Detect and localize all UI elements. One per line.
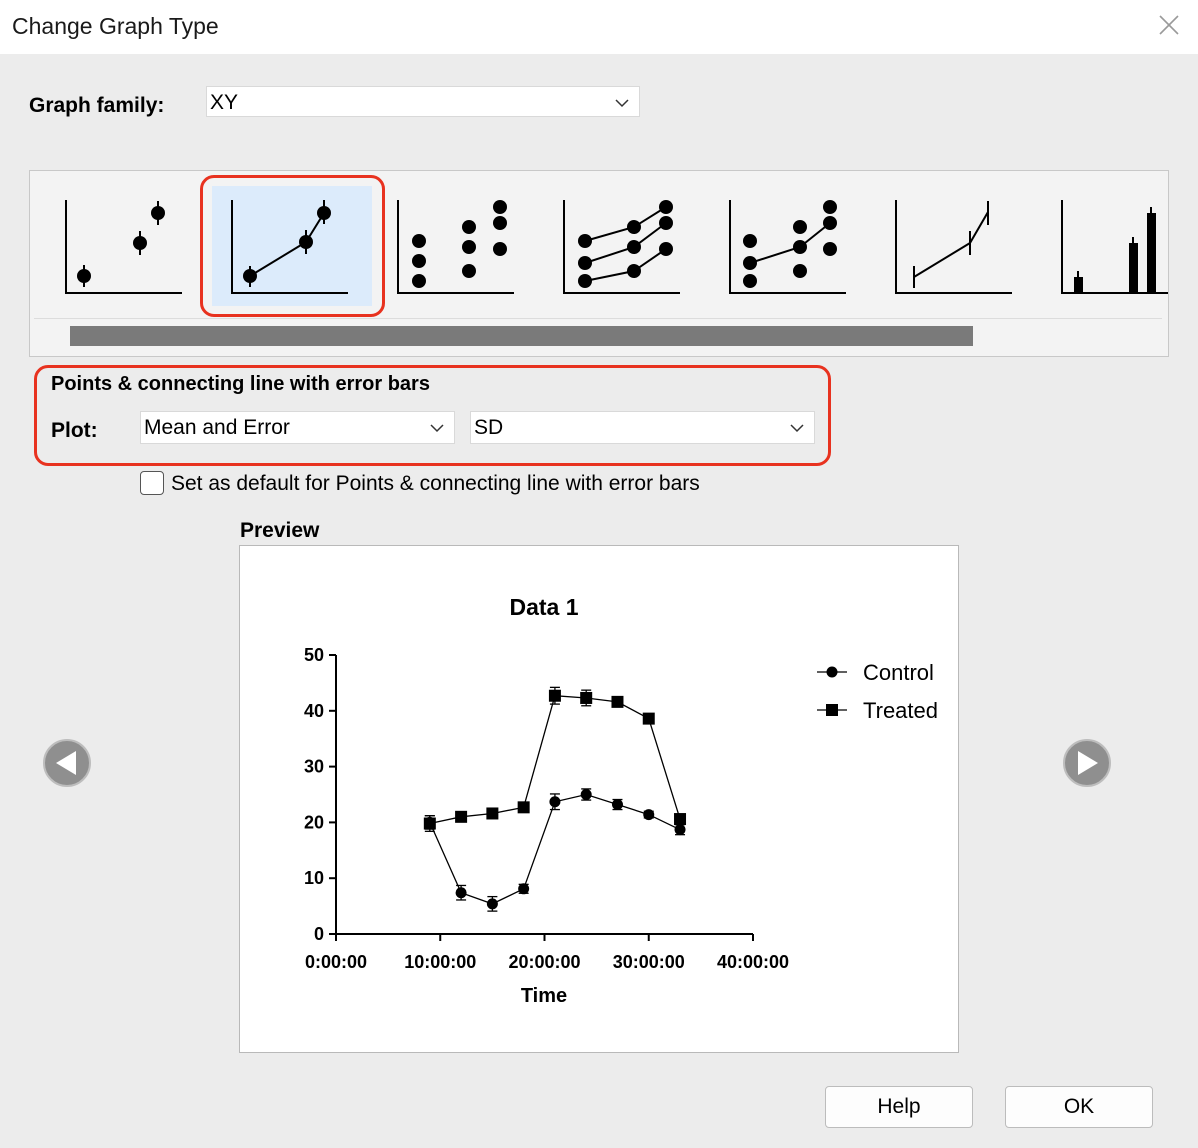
x-tick-label: 10:00:00 [404,952,476,972]
close-icon[interactable] [1150,8,1186,44]
x-tick-label: 20:00:00 [508,952,580,972]
gallery-item-scatter-columns[interactable] [382,185,542,305]
x-tick-label: 30:00:00 [613,952,685,972]
next-arrow-icon[interactable] [1062,738,1112,788]
y-tick-label: 30 [304,757,324,777]
chevron-down-icon [615,99,629,108]
previous-arrow-icon[interactable] [42,738,92,788]
data-point-control [549,796,561,808]
preview-chart: Data 1 Time 0 10 20 30 40 50 0:00:00 10:00:00 20… [304,594,938,1007]
preview-label: Preview [240,519,320,542]
y-tick-label: 0 [314,924,324,944]
data-point-treated [517,801,530,814]
data-point-treated [580,691,593,704]
default-checkbox[interactable] [140,471,164,495]
data-point-treated [455,810,468,823]
graph-family-value: XY [210,91,239,114]
chart-title: Data 1 [509,594,578,620]
chart-legend: Control Treated [817,660,938,723]
legend-label: Control [863,660,934,685]
y-tick-label: 40 [304,701,324,721]
data-point-treated [674,813,687,826]
preview-panel: Data 1 Time 0 10 20 30 40 50 0:00:00 10:00:00 20… [239,545,959,1053]
gallery-item-line-error-bars[interactable] [880,185,1040,305]
data-point-treated [611,695,624,708]
data-point-control [643,809,655,821]
y-tick-label: 10 [304,868,324,888]
legend-marker [826,704,838,716]
default-checkbox-label[interactable]: Set as default for Points & connecting l… [171,472,700,496]
data-point-control [518,883,530,895]
chart-axes: 0 10 20 30 40 50 0:00:00 10:00:00 20:00:00 30:00:… [304,645,789,972]
data-point-treated [548,689,561,702]
gallery-item-points-some-connected[interactable] [714,185,874,305]
data-point-treated [642,712,655,725]
x-tick-label: 40:00:00 [717,952,789,972]
x-axis-label: Time [521,985,567,1007]
y-tick-label: 50 [304,645,324,665]
legend-marker [826,666,838,678]
window-title: Change Graph Type [12,13,219,39]
legend-label: Treated [863,698,938,723]
gallery-item-points-error-bars[interactable] [50,185,210,305]
selection-highlight [34,365,831,466]
data-point-control [455,887,467,899]
gallery-scrollbar[interactable] [34,318,1162,349]
gallery-item-bars-error-bars[interactable] [1046,185,1169,305]
title-bar: Change Graph Type [0,0,1198,54]
gallery-item-multiple-lines[interactable] [548,185,708,305]
y-tick-label: 20 [304,812,324,832]
data-point-control [486,898,498,910]
data-point-control [611,799,623,811]
ok-button[interactable]: OK [1005,1086,1153,1128]
x-tick-label: 0:00:00 [305,952,367,972]
graph-family-select[interactable]: XY [206,86,640,117]
data-point-control [580,789,592,800]
selected-item-highlight [200,175,385,317]
help-button[interactable]: Help [825,1086,973,1128]
data-point-control [674,824,686,836]
chart-series [423,686,687,912]
series-line-control [429,793,681,905]
data-point-treated [423,817,436,830]
data-point-treated [486,807,499,820]
gallery-scrollbar-thumb[interactable] [70,326,973,346]
graph-family-label: Graph family: [29,94,165,117]
